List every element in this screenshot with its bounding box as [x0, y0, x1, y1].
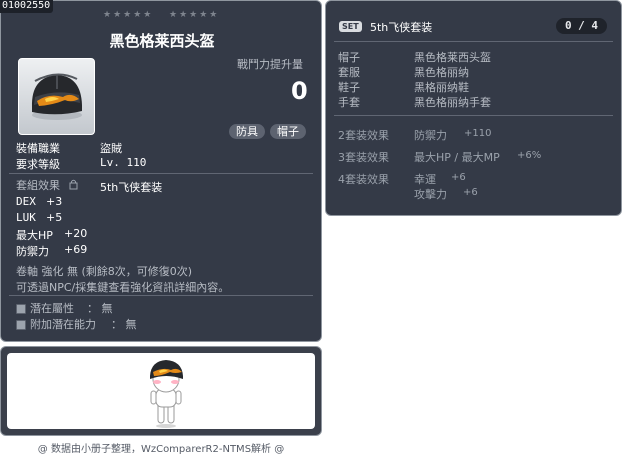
star-force-right: ★★★★★: [169, 10, 220, 20]
stat-name-dex: DEX: [16, 195, 36, 208]
npc-info: 可透過NPC/採集鍵查看強化資訊詳細內容。: [16, 281, 230, 294]
divider: [334, 115, 613, 116]
helmet-icon: [31, 73, 82, 120]
set-name: 5th飞侠套装: [370, 21, 433, 34]
star-force-left: ★★★★★: [103, 10, 154, 20]
set-effect-3-label: 3套装效果: [338, 151, 389, 164]
potential-value: ： 無: [87, 302, 113, 315]
set-count: 0 / 4: [556, 18, 607, 34]
set-effect-value: 5th飞侠套装: [100, 181, 163, 194]
set-effect-4-label: 4套装效果: [338, 173, 389, 186]
set-effect-4-stat: 幸運: [414, 173, 436, 186]
stat-name-maxhp: 最大HP: [16, 229, 53, 242]
additional-potential-row: 附加潛在能力: [16, 316, 96, 332]
set-effect-3-stat: 最大HP / 最大MP: [414, 151, 500, 164]
set-effect-label: 套組效果: [16, 179, 60, 192]
job-value: 盜賊: [100, 142, 122, 155]
potential-row: 潛在屬性: [16, 300, 74, 316]
avatar-preview-panel: [0, 346, 322, 436]
stat-value-defense: +69: [64, 243, 88, 256]
potential-bullet-icon: [16, 320, 26, 330]
set-effect-2-value: +110: [464, 128, 492, 139]
divider: [9, 173, 313, 174]
set-piece-slot: 帽子: [338, 51, 360, 64]
scroll-info: 卷軸 強化 無 (剩餘8次，可修復0次): [16, 265, 193, 278]
set-effect-2-label: 2套装效果: [338, 129, 389, 142]
set-piece-name: 黑色格丽纳: [414, 66, 469, 79]
set-piece-slot: 套服: [338, 66, 360, 79]
set-effect-2-stat: 防禦力: [414, 129, 447, 142]
set-piece-name: 黑格丽纳鞋: [414, 81, 469, 94]
potential-bullet-icon: [16, 304, 26, 314]
item-icon-frame: [18, 58, 95, 135]
tag-armor: 防具: [229, 124, 265, 139]
item-id: 01002550: [0, 0, 54, 13]
item-tooltip: ★★★★★ ★★★★★ 黑色格莱西头盔 戰鬥力提升量 0 防具 帽子 裝備職業 …: [0, 0, 322, 342]
set-tooltip: SET 5th飞侠套装 0 / 4 帽子 黑色格莱西头盔 套服 黑色格丽纳 鞋子…: [325, 0, 622, 216]
character-avatar: [150, 360, 183, 428]
lock-icon: [69, 179, 78, 190]
set-effect-3-value: +6%: [517, 150, 542, 161]
power-label: 戰鬥力提升量: [237, 58, 303, 71]
stat-value-maxhp: +20: [64, 227, 88, 240]
stat-value-luk: +5: [46, 211, 63, 224]
additional-potential-label: 附加潛在能力: [30, 318, 96, 331]
additional-potential-value: ： 無: [111, 318, 137, 331]
level-label: 要求等級: [16, 158, 60, 171]
divider: [9, 295, 313, 296]
set-piece-slot: 手套: [338, 96, 360, 109]
stat-name-defense: 防禦力: [16, 245, 49, 258]
set-badge-icon: SET: [339, 21, 362, 32]
level-value: Lv. 110: [100, 156, 147, 169]
set-piece-name: 黑色格丽纳手套: [414, 96, 491, 109]
stat-name-luk: LUK: [16, 211, 36, 224]
footer-credit: @ 数据由小册子整理，WzComparerR2-NTMS解析 @: [37, 444, 285, 455]
potential-label: 潛在屬性: [30, 302, 74, 315]
divider: [334, 41, 613, 42]
power-value: 0: [291, 77, 308, 105]
stat-value-dex: +3: [46, 195, 63, 208]
item-title: 黑色格莱西头盔: [109, 32, 215, 50]
job-label: 裝備職業: [16, 142, 60, 155]
tag-hat: 帽子: [270, 124, 306, 139]
set-piece-slot: 鞋子: [338, 81, 360, 94]
set-piece-name: 黑色格莱西头盔: [414, 51, 491, 64]
set-effect-4-value: +6: [451, 172, 466, 183]
set-effect-4-value2: +6: [463, 187, 478, 198]
avatar-preview: [7, 353, 315, 429]
set-effect-4-stat2: 攻擊力: [414, 188, 447, 201]
